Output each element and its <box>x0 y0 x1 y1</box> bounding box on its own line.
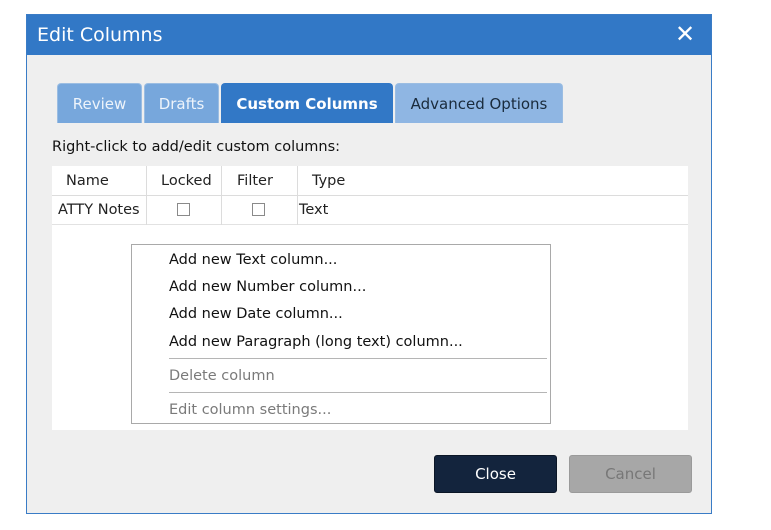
cancel-button[interactable]: Cancel <box>569 455 692 493</box>
row-type-cell[interactable]: Text <box>298 196 688 225</box>
header-type[interactable]: Type <box>298 166 688 196</box>
tab-custom-columns[interactable]: Custom Columns <box>221 83 393 123</box>
menu-add-paragraph-column[interactable]: Add new Paragraph (long text) column... <box>169 331 463 353</box>
tab-drafts[interactable]: Drafts <box>144 83 219 123</box>
tab-review[interactable]: Review <box>57 83 142 123</box>
header-locked[interactable]: Locked <box>147 166 222 196</box>
close-icon[interactable]: ✕ <box>673 21 697 47</box>
row-filter-cell <box>222 196 298 225</box>
menu-divider <box>169 392 547 393</box>
menu-add-date-column[interactable]: Add new Date column... <box>169 303 343 325</box>
table-row[interactable]: ATTY Notes Text <box>52 196 688 225</box>
row-name-cell[interactable]: ATTY Notes <box>52 196 147 225</box>
menu-delete-column: Delete column <box>169 368 275 384</box>
menu-edit-column-settings: Edit column settings... <box>169 402 332 418</box>
instruction-text: Right-click to add/edit custom columns: <box>52 139 341 155</box>
menu-add-number-column[interactable]: Add new Number column... <box>169 276 366 298</box>
dialog-title: Edit Columns <box>37 24 163 46</box>
dialog-titlebar: Edit Columns ✕ <box>27 15 711 55</box>
row-locked-cell <box>147 196 222 225</box>
locked-checkbox[interactable] <box>177 203 190 216</box>
menu-divider <box>169 358 547 359</box>
context-menu: Add new Text column... Add new Number co… <box>131 244 551 424</box>
header-name[interactable]: Name <box>52 166 147 196</box>
tab-advanced-options[interactable]: Advanced Options <box>395 83 563 123</box>
menu-add-text-column[interactable]: Add new Text column... <box>169 249 337 271</box>
close-button[interactable]: Close <box>434 455 557 493</box>
header-filter[interactable]: Filter <box>222 166 298 196</box>
filter-checkbox[interactable] <box>252 203 265 216</box>
grid-header-row: Name Locked Filter Type <box>52 166 688 196</box>
